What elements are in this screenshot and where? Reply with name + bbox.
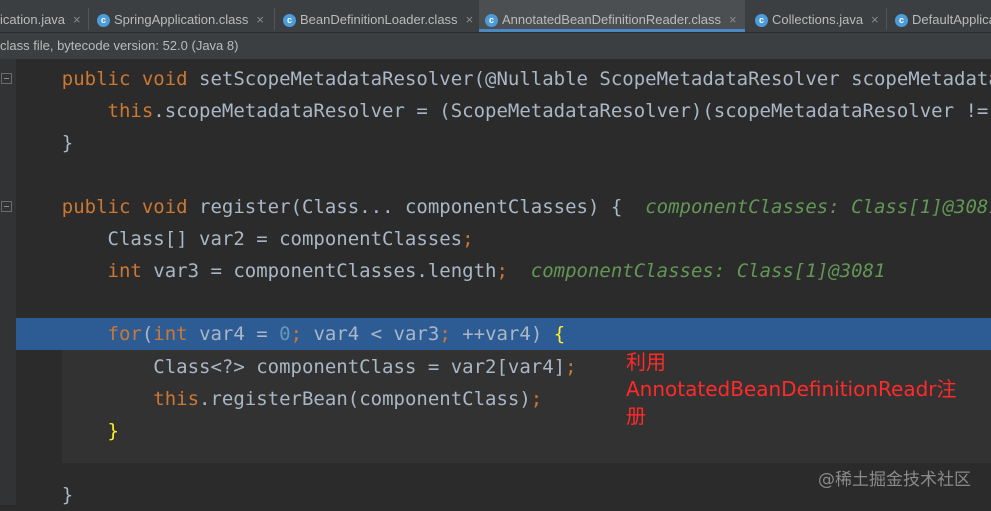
code-line-6: Class[] var2 = componentClasses; — [107, 228, 474, 250]
class-file-icon: c — [97, 14, 110, 28]
close-icon[interactable]: × — [73, 12, 81, 27]
tab-default-application[interactable]: c DefaultApplica — [889, 0, 991, 32]
tab-label: SpringApplication.class — [114, 12, 249, 27]
tab-label: Collections.java — [772, 12, 864, 27]
close-icon[interactable]: × — [729, 12, 737, 27]
tab-spring-application-class[interactable]: c SpringApplication.class × — [91, 0, 270, 32]
code-editor[interactable]: public void setScopeMetadataResolver(@Nu… — [0, 59, 991, 506]
watermark: @稀土掘金技术社区 — [818, 470, 971, 490]
class-file-icon: c — [895, 14, 908, 28]
debug-inline-value: componentClasses: Class[1]@3081 — [645, 196, 991, 218]
code-line-2: this.scopeMetadataResolver = (ScopeMetad… — [107, 100, 991, 122]
decompiled-info-bar: class file, bytecode version: 52.0 (Java… — [0, 33, 991, 59]
close-icon[interactable]: × — [466, 12, 474, 27]
close-icon[interactable]: × — [256, 12, 264, 27]
close-icon[interactable]: × — [871, 12, 879, 27]
bytecode-version-text: class file, bytecode version: 52.0 (Java… — [0, 38, 239, 53]
tab-divider — [274, 8, 275, 30]
tab-bean-definition-loader-class[interactable]: c BeanDefinitionLoader.class × — [277, 0, 479, 32]
tab-label: DefaultApplica — [912, 12, 991, 27]
code-line-3: } — [61, 132, 74, 154]
code-line-9-current-execution: for(int var4 = 0; var4 < var3; ++var4) { — [16, 318, 991, 350]
editor-tab-bar: ication.java × c SpringApplication.class × … — [0, 0, 991, 33]
tab-application-java[interactable]: ication.java × — [0, 0, 87, 32]
tab-label: AnnotatedBeanDefinitionReader.class — [502, 12, 721, 27]
class-file-icon: c — [485, 14, 498, 28]
tab-label: ication.java — [0, 12, 66, 27]
tab-divider — [886, 8, 887, 30]
code-line-7: int var3 = componentClasses.length; comp… — [107, 260, 886, 282]
tab-annotated-bean-definition-reader-class[interactable]: c AnnotatedBeanDefinitionReader.class × — [479, 0, 745, 32]
tab-collections-java[interactable]: c Collections.java × — [749, 0, 885, 32]
code-line-1: public void setScopeMetadataResolver(@Nu… — [61, 68, 991, 90]
tab-divider — [88, 8, 89, 30]
class-file-icon: c — [755, 14, 768, 28]
debug-inline-value: componentClasses: Class[1]@3081 — [530, 260, 886, 282]
code-line-5: public void register(Class... componentC… — [16, 191, 991, 223]
class-file-icon: c — [283, 14, 296, 28]
annotation-note: 利用 AnnotatedBeanDefinitionReadr注 册 — [626, 350, 957, 428]
tab-label: BeanDefinitionLoader.class — [300, 12, 458, 27]
